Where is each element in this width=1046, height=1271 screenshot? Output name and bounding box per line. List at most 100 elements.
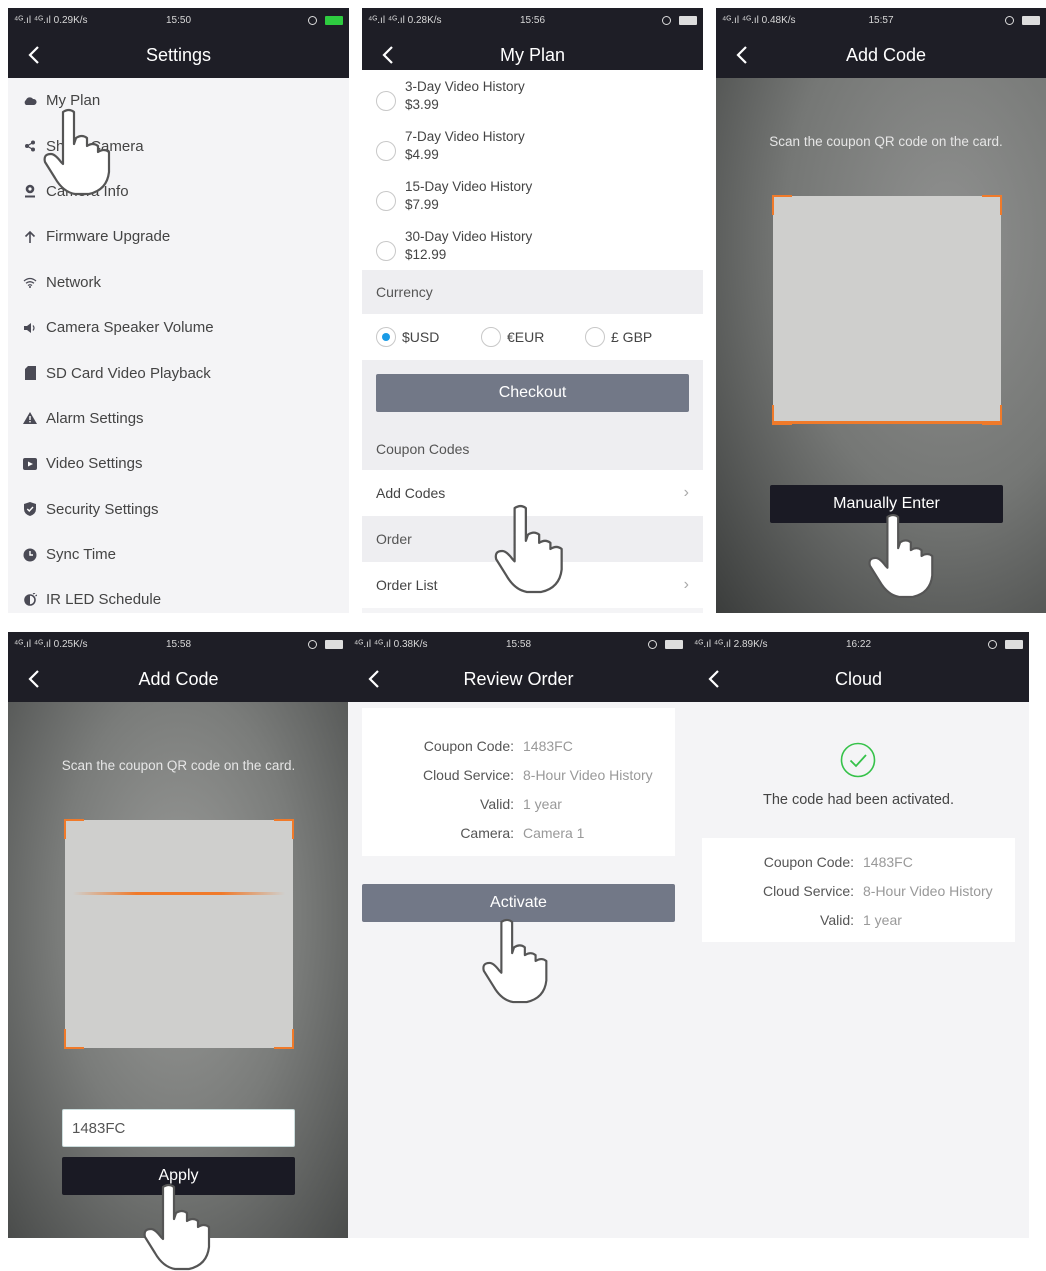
battery-icon xyxy=(665,639,683,649)
plan-option[interactable]: 3-Day Video History $3.99 xyxy=(362,70,703,120)
add-code-entry-screen: ⁴ᴳ.ıl ⁴ᴳ.ıl 0.25K/s 15:58 Add Code Scan … xyxy=(8,632,349,1238)
status-bar: ⁴ᴳ.ıl ⁴ᴳ.ıl 0.25K/s 15:58 xyxy=(8,632,349,656)
menu-item-ir-led[interactable]: IR LED Schedule xyxy=(8,577,349,613)
menu-label: Sync Time xyxy=(46,546,117,564)
cloud-icon xyxy=(22,93,38,109)
summary-value: 1 year xyxy=(863,912,902,928)
cloud-summary-card: Coupon Code: 1483FC Cloud Service: 8-Hour … xyxy=(702,838,1015,942)
battery-icon xyxy=(679,15,697,25)
plan-price: $7.99 xyxy=(405,197,439,212)
currency-usd[interactable]: $USD xyxy=(376,327,481,347)
ir-led-icon xyxy=(22,592,38,608)
currency-label: £ GBP xyxy=(611,329,653,345)
menu-item-share-camera[interactable]: Share Camera xyxy=(8,123,349,168)
settings-screen: ⁴ᴳ.ıl ⁴ᴳ.ıl 0.29K/s 15:50 Settings My Pl… xyxy=(8,8,349,613)
currency-radio[interactable] xyxy=(376,327,396,347)
add-code-scan-screen: ⁴ᴳ.ıl ⁴ᴳ.ıl 0.48K/s 15:57 Add Code Scan … xyxy=(716,8,1046,613)
plan-option[interactable]: 30-Day Video History $12.99 xyxy=(362,220,703,270)
summary-value: 1 year xyxy=(523,796,562,812)
battery-icon xyxy=(325,639,343,649)
page-title: Add Code xyxy=(845,45,927,65)
camera-icon xyxy=(22,183,38,199)
order-list-row[interactable]: Order List › xyxy=(362,562,703,608)
currency-section-header: Currency xyxy=(362,270,703,314)
order-list-label: Order List xyxy=(376,577,438,593)
plan-name: 30-Day Video History xyxy=(405,229,533,244)
plan-radio[interactable] xyxy=(376,191,396,211)
plan-radio[interactable] xyxy=(376,91,396,111)
plan-price: $4.99 xyxy=(405,147,439,162)
menu-label: Network xyxy=(46,273,102,291)
nav-bar: Review Order xyxy=(348,656,689,702)
currency-radio[interactable] xyxy=(585,327,605,347)
summary-row: Valid: 1 year xyxy=(702,906,1015,935)
menu-label: Camera Info xyxy=(46,182,129,200)
plan-option[interactable]: 15-Day Video History $7.99 xyxy=(362,170,703,220)
currency-label: $USD xyxy=(402,329,440,345)
camera-preview: Scan the coupon QR code on the card. 148… xyxy=(8,702,349,1238)
checkout-button[interactable]: Checkout xyxy=(376,374,689,412)
frame-corner xyxy=(274,1029,294,1049)
summary-key: Camera: xyxy=(460,825,514,841)
summary-row: Cloud Service: 8-Hour Video History xyxy=(702,877,1015,906)
frame-corner xyxy=(772,195,792,215)
share-icon xyxy=(22,138,38,154)
summary-key: Valid: xyxy=(820,912,854,928)
summary-row: Cloud Service: 8-Hour Video History xyxy=(362,761,675,790)
status-bar: ⁴ᴳ.ıl ⁴ᴳ.ıl 0.28K/s 15:56 xyxy=(362,8,703,32)
plan-radio[interactable] xyxy=(376,241,396,261)
currency-row: $USD €EUR £ GBP xyxy=(362,314,703,360)
qr-scan-frame xyxy=(772,195,1002,425)
summary-key: Coupon Code: xyxy=(763,854,854,870)
menu-item-camera-info[interactable]: Camera Info xyxy=(8,169,349,214)
menu-item-firmware-upgrade[interactable]: Firmware Upgrade xyxy=(8,214,349,259)
summary-value: 8-Hour Video History xyxy=(523,767,653,783)
clock-icon xyxy=(22,547,38,563)
battery-icon xyxy=(1022,15,1040,25)
page-title: My Plan xyxy=(499,45,566,65)
settings-menu: My Plan Share Camera Camera Info Firmwar… xyxy=(8,78,349,613)
plan-name: 3-Day Video History xyxy=(405,79,525,94)
plan-option[interactable]: 7-Day Video History $4.99 xyxy=(362,120,703,170)
page-title: Settings xyxy=(145,45,212,65)
shield-icon xyxy=(22,501,38,517)
page-title: Add Code xyxy=(138,669,219,689)
add-codes-row[interactable]: Add Codes › xyxy=(362,470,703,516)
activate-button[interactable]: Activate xyxy=(362,884,675,922)
coupon-code-input[interactable]: 1483FC xyxy=(62,1109,295,1147)
order-summary-card: Coupon Code: 1483FC Cloud Service: 8-Hour … xyxy=(362,708,675,856)
qr-scan-frame xyxy=(64,819,294,1049)
plan-radio[interactable] xyxy=(376,141,396,161)
review-order-screen: ⁴ᴳ.ıl ⁴ᴳ.ıl 0.38K/s 15:58 Review Order C… xyxy=(348,632,689,1238)
frame-corner xyxy=(982,195,1002,215)
summary-row: Coupon Code: 1483FC xyxy=(702,848,1015,877)
battery-icon xyxy=(1005,639,1023,649)
menu-item-my-plan[interactable]: My Plan xyxy=(8,78,349,123)
menu-item-sync-time[interactable]: Sync Time xyxy=(8,532,349,577)
scan-hint: Scan the coupon QR code on the card. xyxy=(61,758,296,773)
summary-row: Coupon Code: 1483FC xyxy=(362,732,675,761)
currency-radio[interactable] xyxy=(481,327,501,347)
menu-item-sd-card[interactable]: SD Card Video Playback xyxy=(8,350,349,395)
menu-item-alarm-settings[interactable]: Alarm Settings xyxy=(8,396,349,441)
scan-line xyxy=(73,892,285,895)
summary-key: Coupon Code: xyxy=(423,738,514,754)
status-bar: ⁴ᴳ.ıl ⁴ᴳ.ıl 0.38K/s 15:58 xyxy=(348,632,689,656)
nav-bar: Cloud xyxy=(688,656,1029,702)
menu-label: Video Settings xyxy=(46,455,143,473)
activation-message: The code had been activated. xyxy=(762,792,955,808)
status-bar: ⁴ᴳ.ıl ⁴ᴳ.ıl 0.29K/s 15:50 xyxy=(8,8,349,32)
menu-item-network[interactable]: Network xyxy=(8,260,349,305)
menu-item-speaker-volume[interactable]: Camera Speaker Volume xyxy=(8,305,349,350)
currency-gbp[interactable]: £ GBP xyxy=(585,327,652,347)
menu-label: My Plan xyxy=(46,92,101,110)
checkout-area: Checkout xyxy=(362,360,703,428)
menu-label: SD Card Video Playback xyxy=(46,364,211,382)
menu-item-video-settings[interactable]: Video Settings xyxy=(8,441,349,486)
currency-eur[interactable]: €EUR xyxy=(481,327,585,347)
video-icon xyxy=(22,456,38,472)
apply-button[interactable]: Apply xyxy=(62,1157,295,1195)
manually-enter-button[interactable]: Manually Enter xyxy=(770,485,1003,523)
menu-item-security-settings[interactable]: Security Settings xyxy=(8,487,349,532)
plan-list: 3-Day Video History $3.99 7-Day Video His… xyxy=(362,70,703,608)
